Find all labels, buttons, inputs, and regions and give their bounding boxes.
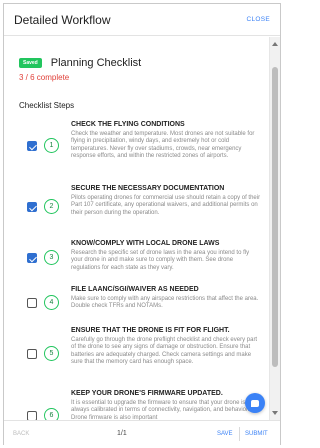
checklist-title: Planning Checklist: [50, 57, 142, 69]
saved-badge: Saved: [19, 58, 42, 68]
step-title: KNOW/COMPLY WITH LOCAL DRONE LAWS: [71, 240, 220, 247]
step-number: 1: [44, 138, 59, 153]
panel-footer: BACK 1/1 SAVE SUBMIT: [4, 420, 280, 445]
step-title: KEEP YOUR DRONE'S FIRMWARE UPDATED.: [71, 390, 223, 397]
step-checkbox[interactable]: [27, 253, 37, 263]
close-button[interactable]: CLOSE: [246, 16, 270, 23]
step-checkbox[interactable]: [27, 298, 37, 308]
workflow-panel: Detailed Workflow CLOSE Saved Planning C…: [3, 3, 281, 445]
step-description: Research the specific set of drone laws …: [71, 250, 250, 271]
steps-label: Checklist Steps: [19, 101, 75, 110]
step-title: FILE LAANC/SGI/WAIVER AS NEEDED: [71, 286, 199, 293]
step-number: 6: [44, 408, 59, 420]
page-indicator: 1/1: [117, 430, 127, 437]
back-button[interactable]: BACK: [13, 431, 29, 437]
scrollbar[interactable]: [269, 37, 280, 420]
submit-button[interactable]: SUBMIT: [245, 431, 268, 437]
step-description: Pilots operating drones for commercial u…: [71, 195, 261, 216]
panel-body: Saved Planning Checklist 3 / 6 complete …: [4, 37, 270, 420]
checklist-heading: Saved Planning Checklist: [19, 57, 141, 69]
step-number: 3: [44, 250, 59, 265]
panel-header: Detailed Workflow CLOSE: [4, 4, 280, 36]
step-title: SECURE THE NECESSARY DOCUMENTATION: [71, 185, 225, 192]
step-number: 2: [44, 199, 59, 214]
footer-divider: [239, 427, 240, 441]
step-checkbox[interactable]: [27, 141, 37, 151]
progress-text: 3 / 6 complete: [19, 73, 70, 82]
step-checkbox[interactable]: [27, 202, 37, 212]
step-number: 5: [44, 346, 59, 361]
scroll-down-icon[interactable]: [272, 411, 278, 415]
step-title: CHECK THE FLYING CONDITIONS: [71, 121, 185, 128]
panel-title: Detailed Workflow: [14, 13, 111, 27]
save-button[interactable]: SAVE: [217, 431, 233, 437]
step-checkbox[interactable]: [27, 349, 37, 359]
step-description: It is essential to upgrade the firmware …: [71, 400, 250, 420]
step-description: Check the weather and temperature. Most …: [71, 131, 255, 159]
step-title: ENSURE THAT THE DRONE IS FIT FOR FLIGHT.: [71, 327, 230, 334]
chat-icon: [251, 399, 259, 407]
scrollbar-thumb[interactable]: [272, 67, 278, 367]
step-number: 4: [44, 295, 59, 310]
scroll-up-icon[interactable]: [272, 42, 278, 46]
step-description: Make sure to comply with any airspace re…: [71, 296, 259, 310]
step-description: Carefully go through the drone preflight…: [71, 337, 258, 365]
chat-button[interactable]: [245, 393, 265, 413]
step-checkbox[interactable]: [27, 411, 37, 420]
